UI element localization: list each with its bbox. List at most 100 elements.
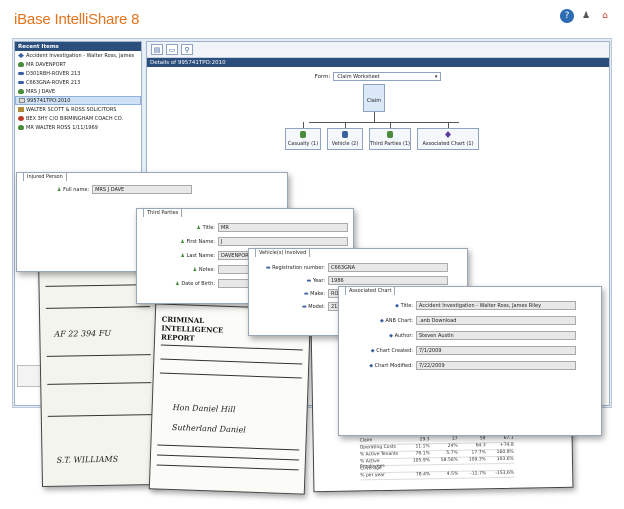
tree-node-label: Associated Chart (1) bbox=[422, 141, 474, 147]
vehicle-icon bbox=[18, 81, 24, 84]
field-row: ♟ First Name: J bbox=[145, 237, 348, 246]
field-label: ♟ Date of Birth: bbox=[175, 280, 215, 287]
table-row: % per year 78.4% 4.5% -12.7% -153.6% bbox=[360, 470, 515, 481]
table-cell: 103.6% bbox=[496, 456, 515, 463]
tree-connector-horizontal bbox=[309, 122, 459, 123]
tree-connector-vertical bbox=[374, 112, 375, 122]
field-row: ▬ Registration number: C663GNA bbox=[255, 263, 448, 272]
recent-item[interactable]: MR WALTER ROSS 1/11/1969 bbox=[15, 123, 141, 132]
table-cell: 58.56% bbox=[440, 457, 459, 464]
field-label: ◆ Chart Created: bbox=[370, 347, 413, 354]
handwritten-signature-2: Sutherland Daniel bbox=[171, 422, 246, 435]
table-cell: -153.6% bbox=[495, 470, 515, 477]
field-value[interactable]: C663GNA bbox=[328, 263, 448, 272]
tree-node-label: Third Parties (1) bbox=[370, 141, 410, 147]
table-cell bbox=[430, 465, 458, 471]
recent-item-label: C663GNA-ROVER 213 bbox=[26, 79, 81, 86]
table-cell: 67.1 bbox=[503, 435, 514, 441]
handwritten-plate: AF 22 394 FU bbox=[54, 328, 112, 339]
handwritten-signature-1: Hon Daniel Hill bbox=[172, 403, 236, 415]
table-cell: 78.1% bbox=[415, 451, 430, 457]
field-label: ◆ ANB Chart: bbox=[379, 317, 413, 324]
field-label: ♟ Last Name: bbox=[180, 252, 215, 259]
vehicles-title: Vehicle(s) Involved bbox=[255, 248, 311, 257]
field-label: ♟ Notes: bbox=[192, 266, 215, 273]
vehicle-icon bbox=[18, 72, 24, 75]
field-value[interactable]: 7/1/2009 bbox=[416, 346, 576, 355]
report-title: CRIMINAL INTELLIGENCE REPORT bbox=[160, 314, 224, 343]
recent-item-label: BEX 3HY C/O BIRMINGHAM COACH CO. bbox=[26, 115, 124, 122]
details-header: Details of 995741TPO:2010 bbox=[147, 58, 609, 67]
table-cell: 160.8% bbox=[496, 449, 514, 456]
associated-chart-card: Associated Chart ◆ Title: Accident Invest… bbox=[338, 286, 602, 436]
table-cell: 78.4% bbox=[415, 472, 431, 478]
table-cell: Claim bbox=[359, 438, 373, 444]
search-button[interactable]: ⚲ bbox=[181, 44, 193, 55]
help-icon[interactable]: ? bbox=[560, 9, 574, 23]
field-value[interactable]: .anb Download bbox=[416, 316, 576, 325]
home-icon[interactable]: ⌂ bbox=[598, 9, 612, 23]
chart-view-button[interactable]: ▤ bbox=[151, 44, 163, 55]
field-value[interactable]: 7/22/2009 bbox=[416, 361, 576, 370]
table-cell: 64.3 bbox=[475, 443, 486, 449]
recent-item[interactable]: C663GNA-ROVER 213 bbox=[15, 78, 141, 87]
field-label: ♟ First Name: bbox=[180, 238, 215, 245]
top-icons: ? ♟ ⌂ bbox=[560, 9, 612, 23]
recent-items-list: Accident Investigation - Walter Ross, Ja… bbox=[15, 51, 141, 132]
full-name-label: ♟ Full name: bbox=[57, 186, 90, 193]
tree-node[interactable]: Third Parties (1) bbox=[369, 128, 411, 150]
location-icon bbox=[18, 116, 24, 121]
tree-node[interactable]: Casualty (1) bbox=[285, 128, 321, 150]
field-value[interactable]: MR bbox=[218, 223, 348, 232]
case-icon bbox=[18, 53, 24, 58]
table-cell bbox=[486, 464, 514, 470]
recent-item-label: MRS J DAVE bbox=[26, 88, 56, 95]
person-icon bbox=[18, 125, 24, 130]
app-title: iBase IntelliShare 8 bbox=[14, 11, 140, 28]
field-row: ◆ Title: Accident Investigation - Walter … bbox=[347, 301, 576, 310]
recent-items-header: Recent Items bbox=[15, 42, 141, 51]
field-value[interactable]: 1986 bbox=[328, 276, 448, 285]
field-label: ▬ Year: bbox=[306, 277, 325, 284]
recent-item[interactable]: WALTER SCOTT & ROSS SOLICITORS bbox=[15, 105, 141, 114]
recent-item[interactable]: MRS J DAVE bbox=[15, 87, 141, 96]
recent-item[interactable]: BEX 3HY C/O BIRMINGHAM COACH CO. bbox=[15, 114, 141, 123]
recent-item-label: WALTER SCOTT & ROSS SOLICITORS bbox=[26, 106, 117, 113]
recent-item[interactable]: MR DAVENPORT bbox=[15, 60, 141, 69]
form-select[interactable]: Claim Worksheet ▾ bbox=[333, 72, 442, 81]
table-cell: Operating Costs bbox=[359, 444, 397, 451]
table-cell: 4.5% bbox=[446, 471, 459, 477]
document-view-button[interactable]: ▭ bbox=[166, 44, 178, 55]
person-icon bbox=[18, 89, 24, 94]
table-cell: Coverage bbox=[360, 466, 382, 472]
recent-item-label: MR DAVENPORT bbox=[26, 61, 66, 68]
table-cell: % Active Tenants bbox=[359, 451, 399, 458]
field-value[interactable]: J bbox=[218, 237, 348, 246]
field-label: ◆ Title: bbox=[395, 302, 413, 309]
recent-item-label: Accident Investigation - Walter Ross, Ja… bbox=[26, 52, 135, 59]
form-select-value: Claim Worksheet bbox=[337, 73, 380, 80]
full-name-value: MRS J DAVE bbox=[92, 185, 193, 194]
full-name-row: ♟ Full name: MRS J DAVE bbox=[57, 185, 193, 194]
casualty-icon bbox=[300, 131, 306, 138]
table-cell: 11.1% bbox=[415, 444, 430, 450]
recent-item-label: D301RBH-ROVER 213 bbox=[26, 70, 81, 77]
injured-person-title: Injured Person bbox=[23, 172, 67, 181]
recent-item[interactable]: Accident Investigation - Walter Ross, Ja… bbox=[15, 51, 141, 60]
recent-item-label: MR WALTER ROSS 1/11/1969 bbox=[26, 124, 98, 131]
table-cell: 105.9% bbox=[412, 458, 431, 464]
table-cell: % per year bbox=[360, 473, 385, 479]
person-icon: ♟ bbox=[57, 186, 62, 193]
field-value[interactable]: Steven Austin bbox=[416, 331, 576, 340]
field-value[interactable]: Accident Investigation - Walter Ross, Ja… bbox=[416, 301, 576, 310]
table-cell: 24% bbox=[447, 443, 458, 449]
recent-item[interactable]: 995741TPO:2010 bbox=[15, 96, 141, 105]
recent-item[interactable]: D301RBH-ROVER 213 bbox=[15, 69, 141, 78]
tree-node[interactable]: Associated Chart (1) bbox=[417, 128, 479, 150]
tree-node[interactable]: Vehicle (2) bbox=[327, 128, 363, 150]
user-icon[interactable]: ♟ bbox=[579, 9, 593, 23]
table-cell: -12.7% bbox=[470, 471, 487, 477]
associated-chart-icon bbox=[445, 131, 451, 138]
claim-root-node[interactable]: Claim bbox=[363, 84, 385, 112]
field-row: ◆ Author: Steven Austin bbox=[347, 331, 576, 340]
